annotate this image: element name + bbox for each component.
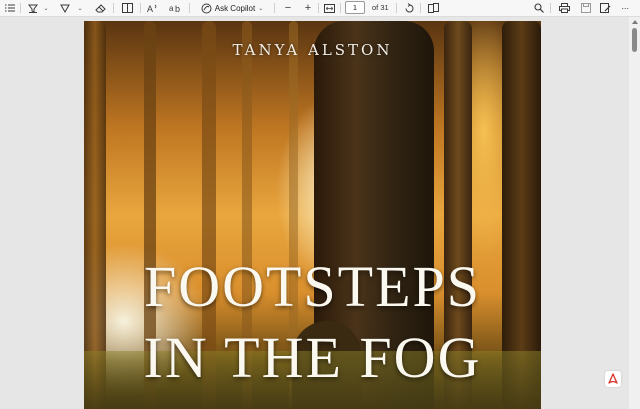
chevron-down-icon: ⌄ <box>258 5 264 12</box>
draw-options-chevron-down-icon[interactable]: ⌄ <box>76 0 84 16</box>
copilot-icon <box>201 3 212 13</box>
svg-text:a: a <box>169 4 174 13</box>
toolbar-divider <box>274 3 275 13</box>
svg-text:b: b <box>175 4 180 13</box>
pdf-page-cover: TANYA ALSTON FOOTSTEPS IN THE FOG <box>84 21 541 409</box>
save-icon[interactable] <box>579 0 593 16</box>
page-number-input[interactable] <box>345 1 365 14</box>
ask-copilot-label: Ask Copilot <box>214 3 256 13</box>
cover-title-line-1: FOOTSTEPS <box>143 254 482 319</box>
erase-icon[interactable] <box>93 0 107 16</box>
search-icon[interactable] <box>532 0 546 16</box>
highlight-icon[interactable] <box>27 0 39 16</box>
toolbar-divider <box>140 3 141 13</box>
two-page-icon[interactable] <box>426 0 440 16</box>
cover-author: TANYA ALSTON <box>232 41 393 59</box>
pdf-toolbar: ⌄ ⌄ A ab Ask Copilot ⌄ − + of 31 <box>0 0 640 17</box>
fit-page-icon[interactable] <box>322 0 336 16</box>
pdf-icon <box>605 371 621 387</box>
zoom-in-button[interactable]: + <box>302 0 314 16</box>
document-viewport[interactable]: TANYA ALSTON FOOTSTEPS IN THE FOG <box>0 17 629 409</box>
draw-icon[interactable] <box>59 0 71 16</box>
rotate-icon[interactable] <box>402 0 416 16</box>
cover-title-line-2: IN THE FOG <box>143 325 482 390</box>
print-icon[interactable] <box>557 0 571 16</box>
scrollbar-thumb[interactable] <box>632 28 637 52</box>
toolbar-divider <box>550 3 551 13</box>
highlight-options-chevron-down-icon[interactable]: ⌄ <box>42 0 50 16</box>
toolbar-divider <box>420 3 421 13</box>
toolbar-divider <box>318 3 319 13</box>
toolbar-divider <box>340 3 341 13</box>
page-view-icon[interactable] <box>120 0 134 16</box>
page-total-label: of 31 <box>372 3 389 12</box>
svg-text:A: A <box>147 4 153 13</box>
contents-icon[interactable] <box>3 0 17 16</box>
scroll-up-arrow-icon[interactable] <box>632 20 638 24</box>
read-aloud-icon[interactable]: A <box>146 0 160 16</box>
more-icon[interactable]: ··· <box>618 0 632 16</box>
ask-copilot-button[interactable]: Ask Copilot ⌄ <box>196 0 268 16</box>
toolbar-divider <box>189 3 190 13</box>
toolbar-divider <box>20 3 21 13</box>
toolbar-divider <box>113 3 114 13</box>
toolbar-divider <box>396 3 397 13</box>
save-as-icon[interactable] <box>598 0 612 16</box>
zoom-out-button[interactable]: − <box>282 0 294 16</box>
vertical-scrollbar[interactable] <box>629 17 640 409</box>
translate-icon[interactable]: ab <box>168 0 184 16</box>
